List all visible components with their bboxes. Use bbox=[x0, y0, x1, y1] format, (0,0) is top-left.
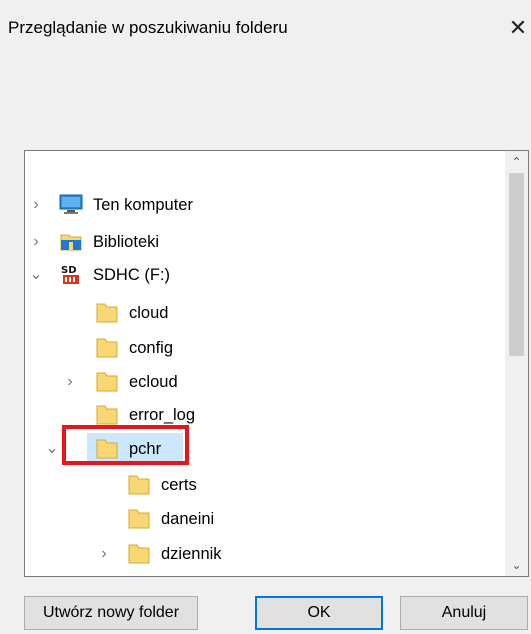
tree-item-label: cloud bbox=[129, 304, 169, 322]
tree-item-label: Ten komputer bbox=[93, 196, 193, 214]
dialog-title: Przeglądanie w poszukiwaniu folderu bbox=[8, 18, 288, 37]
chevron-down-icon[interactable]: ⌄ bbox=[29, 265, 43, 285]
tree-item-pchr[interactable]: ⌄ pchr bbox=[25, 433, 503, 465]
ok-button[interactable]: OK bbox=[255, 596, 383, 630]
tree-item-error-log[interactable]: error_log bbox=[25, 399, 503, 431]
tree-item-label: Biblioteki bbox=[93, 233, 160, 251]
folder-icon bbox=[96, 439, 118, 459]
scrollbar-thumb[interactable] bbox=[509, 173, 524, 356]
tree-item-daneini[interactable]: daneini bbox=[25, 503, 503, 535]
svg-text:SD: SD bbox=[61, 265, 77, 276]
libraries-icon bbox=[60, 234, 82, 251]
tree-item-label: config bbox=[129, 339, 174, 357]
chevron-right-icon[interactable]: › bbox=[97, 544, 111, 564]
tree-item-label: certs bbox=[161, 476, 197, 494]
tree-item-certs[interactable]: certs bbox=[25, 469, 503, 501]
close-icon[interactable]: ✕ bbox=[506, 14, 530, 42]
folder-icon bbox=[96, 372, 118, 392]
folder-icon bbox=[128, 475, 150, 495]
tree-item-label: pchr bbox=[129, 440, 162, 458]
chevron-right-icon[interactable]: › bbox=[29, 195, 43, 215]
folder-icon bbox=[96, 303, 118, 323]
chevron-right-icon[interactable]: › bbox=[63, 372, 77, 392]
scroll-up-icon[interactable]: ⌃ bbox=[505, 151, 528, 173]
chevron-right-icon[interactable]: › bbox=[29, 232, 43, 252]
folder-icon bbox=[128, 544, 150, 564]
folder-icon bbox=[96, 405, 118, 425]
tree-item-sdhc[interactable]: ⌄ SD SDHC (F:) bbox=[25, 259, 503, 291]
tree-item-dziennik[interactable]: › dziennik bbox=[25, 538, 503, 570]
tree-item-label: daneini bbox=[161, 510, 215, 528]
tree-item-label: SDHC (F:) bbox=[93, 266, 170, 284]
tree-item-cloud[interactable]: cloud bbox=[25, 297, 503, 329]
scroll-down-icon[interactable]: ⌄ bbox=[505, 554, 528, 576]
sd-card-icon: SD bbox=[61, 265, 79, 284]
tree-item-ten-komputer[interactable]: › Ten komputer bbox=[25, 189, 503, 221]
folder-tree[interactable]: › Ten komputer › Biblioteki ⌄ SD SDHC (F… bbox=[24, 150, 529, 577]
tree-item-biblioteki[interactable]: › Biblioteki bbox=[25, 226, 503, 258]
tree-item-label: error_log bbox=[129, 406, 196, 424]
chevron-down-icon[interactable]: ⌄ bbox=[45, 439, 59, 459]
tree-item-label: ecloud bbox=[129, 373, 178, 391]
new-folder-button[interactable]: Utwórz nowy folder bbox=[24, 596, 198, 630]
vertical-scrollbar[interactable]: ⌃ ⌄ bbox=[505, 151, 528, 576]
folder-icon bbox=[96, 338, 118, 358]
tree-item-ecloud[interactable]: › ecloud bbox=[25, 366, 503, 398]
computer-icon bbox=[59, 194, 83, 214]
title-bar: Przeglądanie w poszukiwaniu folderu ✕ bbox=[0, 0, 531, 56]
tree-item-label: dziennik bbox=[161, 545, 222, 563]
cancel-button[interactable]: Anuluj bbox=[400, 596, 528, 630]
tree-item-config[interactable]: config bbox=[25, 332, 503, 364]
folder-icon bbox=[128, 509, 150, 529]
